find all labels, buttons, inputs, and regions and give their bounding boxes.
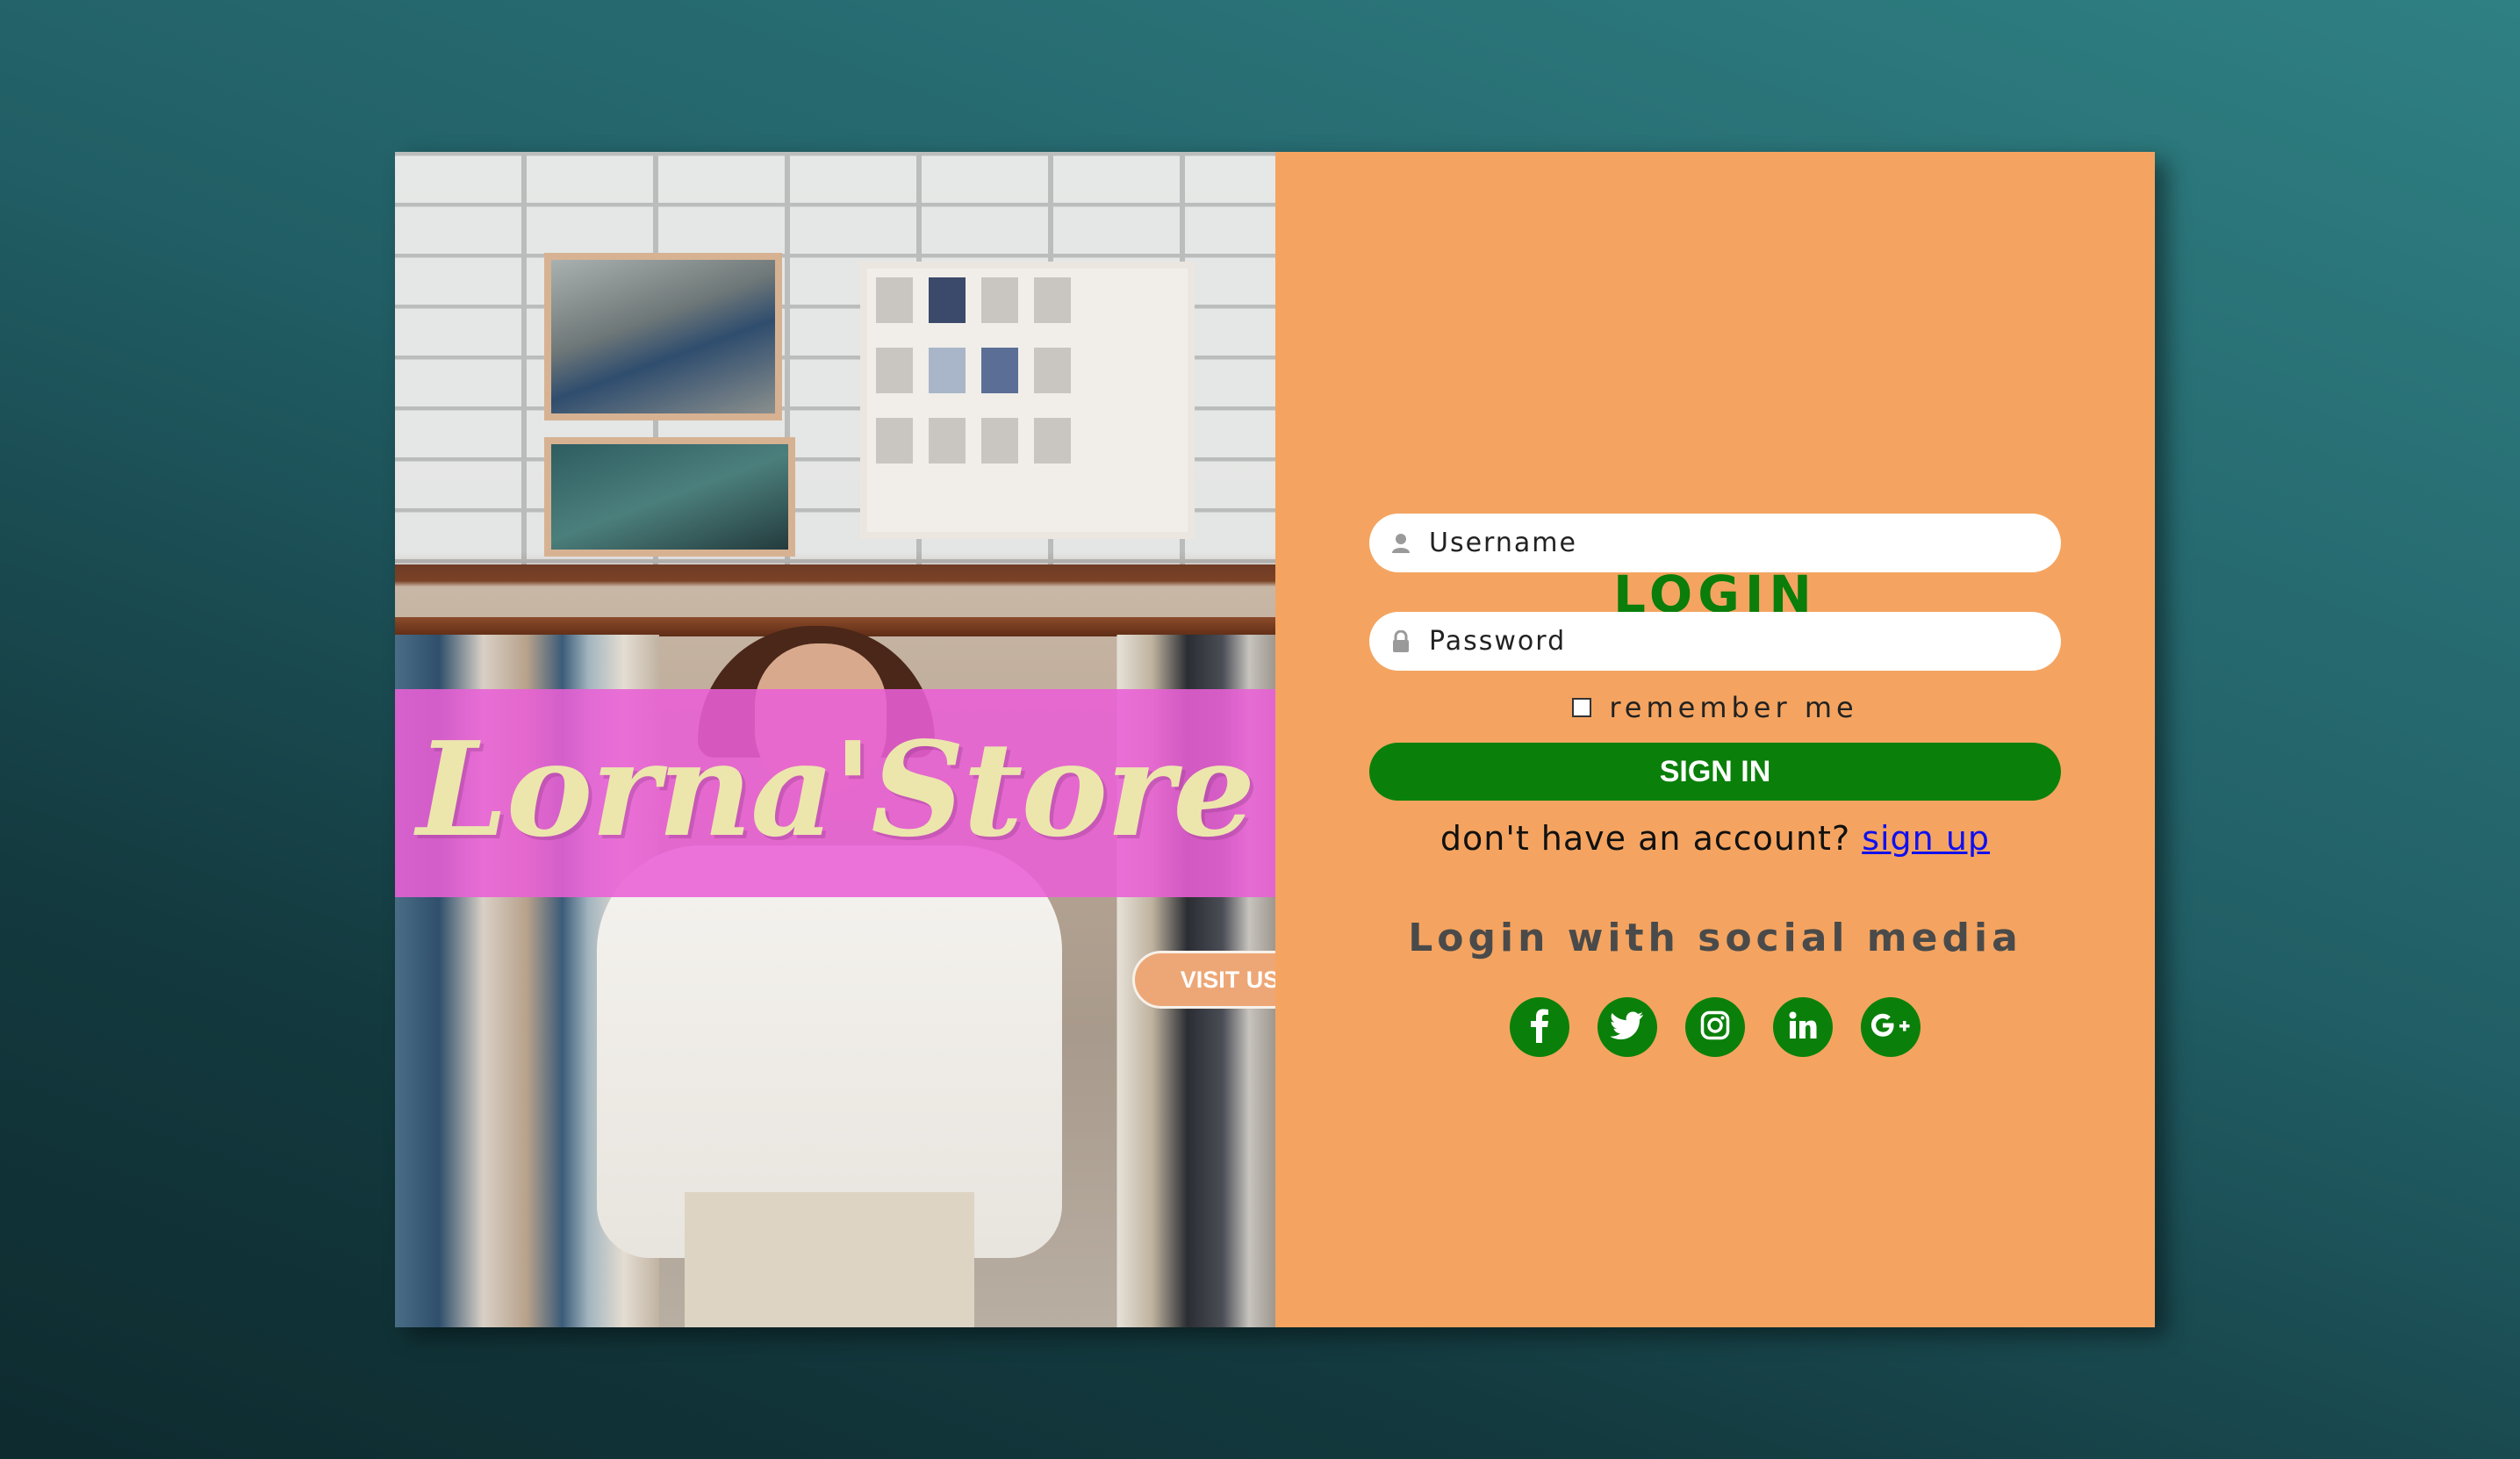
linkedin-button[interactable] — [1773, 997, 1833, 1057]
linkedin-icon — [1789, 1011, 1817, 1043]
signup-prompt: don't have an account? sign up — [1275, 819, 2155, 858]
password-field[interactable] — [1369, 612, 2061, 671]
instagram-icon — [1700, 1010, 1730, 1044]
username-input[interactable] — [1427, 527, 2036, 559]
remember-me-checkbox[interactable] — [1572, 698, 1592, 717]
lock-icon — [1389, 629, 1413, 654]
social-login-title: Login with social media — [1408, 916, 2022, 960]
brand-banner: Lorna'Store — [395, 689, 1275, 897]
username-field[interactable] — [1369, 514, 2061, 572]
social-login-buttons — [1275, 997, 2155, 1057]
twitter-icon — [1610, 1011, 1644, 1043]
password-input[interactable] — [1427, 625, 2036, 658]
wall-poster — [544, 253, 782, 420]
twitter-button[interactable] — [1597, 997, 1657, 1057]
google-plus-icon — [1870, 1012, 1911, 1042]
login-card: Lorna'Store VISIT US LOGIN Username reme… — [395, 152, 2155, 1327]
visit-us-button[interactable]: VISIT US — [1132, 951, 1275, 1009]
sign-up-link[interactable]: sign up — [1862, 819, 1990, 858]
remember-me-label: remember me — [1609, 691, 1858, 724]
brand-name: Lorna'Store — [416, 712, 1256, 866]
facebook-icon — [1530, 1008, 1549, 1046]
store-photo-panel: Lorna'Store VISIT US — [395, 152, 1275, 1327]
google-plus-button[interactable] — [1861, 997, 1921, 1057]
sign-in-button[interactable]: SIGN IN — [1369, 743, 2061, 801]
wall-poster — [544, 437, 795, 557]
wall-poster — [860, 262, 1195, 539]
instagram-button[interactable] — [1685, 997, 1745, 1057]
login-form-panel: LOGIN remember me SIGN IN — [1275, 152, 2155, 1327]
remember-me-row: remember me — [1275, 691, 2155, 724]
signup-prompt-text: don't have an account? — [1439, 819, 1863, 858]
facebook-button[interactable] — [1510, 997, 1569, 1057]
user-icon — [1389, 531, 1413, 556]
